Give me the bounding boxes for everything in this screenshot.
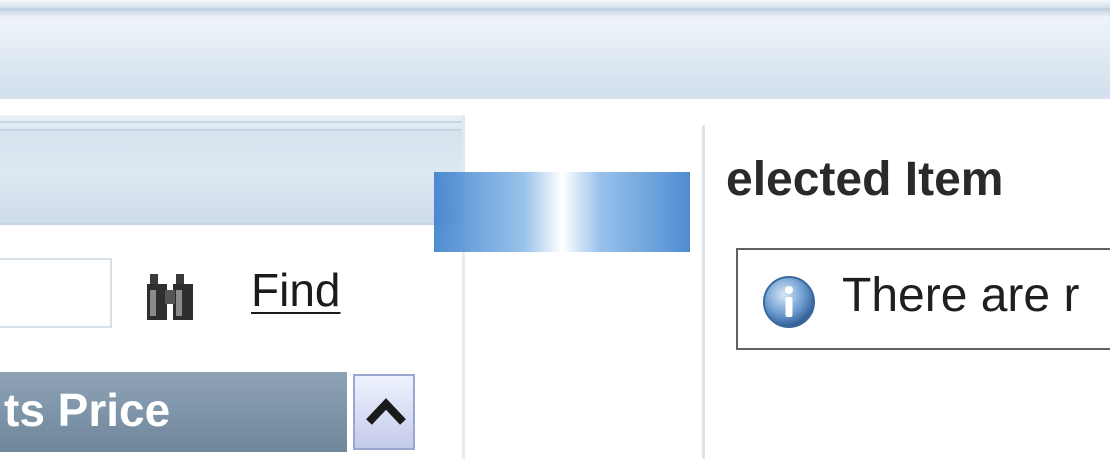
column-divider bbox=[462, 252, 465, 459]
loading-indicator-bar bbox=[434, 172, 690, 252]
sort-button[interactable] bbox=[353, 374, 415, 450]
search-panel-header bbox=[0, 115, 462, 225]
binoculars-icon[interactable] bbox=[146, 270, 196, 322]
selected-items-title: elected Item bbox=[726, 153, 1004, 206]
column-header-label: ts Price bbox=[4, 384, 171, 436]
empty-selection-message: There are r bbox=[842, 269, 1080, 322]
header-divider bbox=[0, 8, 1110, 11]
panel-header-divider bbox=[0, 121, 462, 123]
info-icon bbox=[763, 276, 815, 328]
header-divider bbox=[0, 96, 1110, 99]
search-input[interactable] bbox=[0, 258, 112, 328]
window-header-band bbox=[0, 0, 1110, 98]
sort-ascending-icon bbox=[366, 398, 406, 425]
find-link[interactable]: Find bbox=[251, 262, 340, 318]
panel-header-divider bbox=[0, 129, 462, 131]
